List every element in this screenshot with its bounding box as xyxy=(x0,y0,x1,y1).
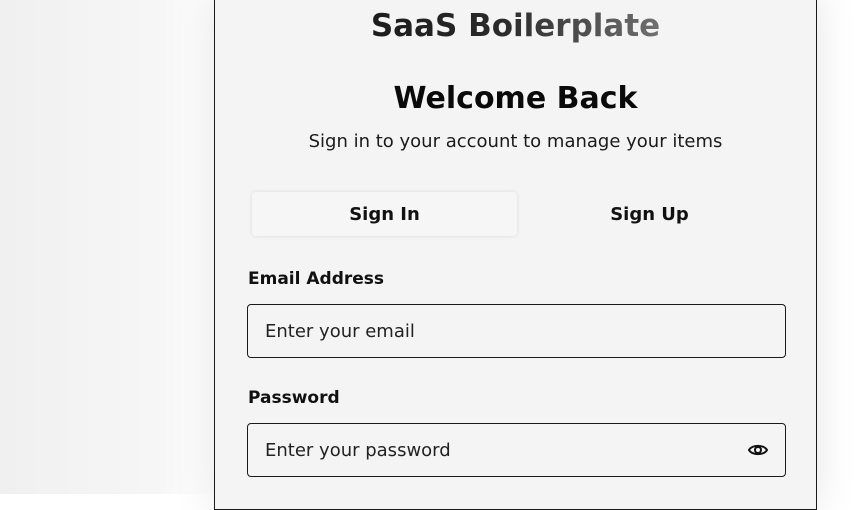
brand-header: SaaS Boilerplate xyxy=(215,6,816,46)
password-field-wrapper xyxy=(247,423,786,477)
email-field[interactable] xyxy=(248,305,785,357)
tab-sign-in[interactable]: Sign In xyxy=(252,192,517,236)
auth-tabs: Sign In Sign Up xyxy=(252,192,782,236)
eye-icon[interactable] xyxy=(747,439,769,461)
page-subtitle: Sign in to your account to manage your i… xyxy=(308,131,723,152)
email-field-wrapper xyxy=(247,304,786,358)
tab-sign-up[interactable]: Sign Up xyxy=(517,192,782,236)
eye-icon-graphic xyxy=(748,444,768,456)
auth-card: SaaS Boilerplate Welcome Back Sign in to… xyxy=(214,0,817,510)
email-label: Email Address xyxy=(248,269,385,289)
page-title: Welcome Back xyxy=(393,81,638,116)
password-field[interactable] xyxy=(248,424,747,476)
password-label: Password xyxy=(248,388,340,408)
brand-name: SaaS Boilerplate xyxy=(370,8,661,44)
